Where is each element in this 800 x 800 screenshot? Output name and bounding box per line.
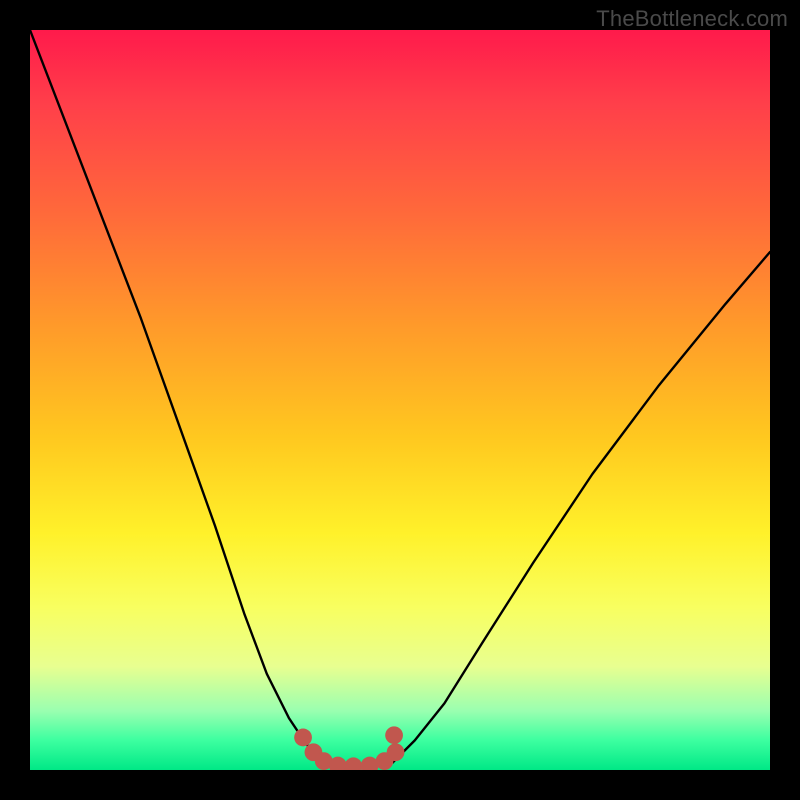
- plot-area: [30, 30, 770, 770]
- watermark-text: TheBottleneck.com: [596, 6, 788, 32]
- stage: TheBottleneck.com: [0, 0, 800, 800]
- dots-svg: [30, 30, 770, 770]
- highlight-dots-group: [294, 726, 404, 770]
- highlight-dot: [387, 743, 405, 761]
- highlight-dot: [345, 757, 363, 770]
- highlight-dot: [385, 726, 403, 744]
- highlight-dot: [294, 729, 312, 747]
